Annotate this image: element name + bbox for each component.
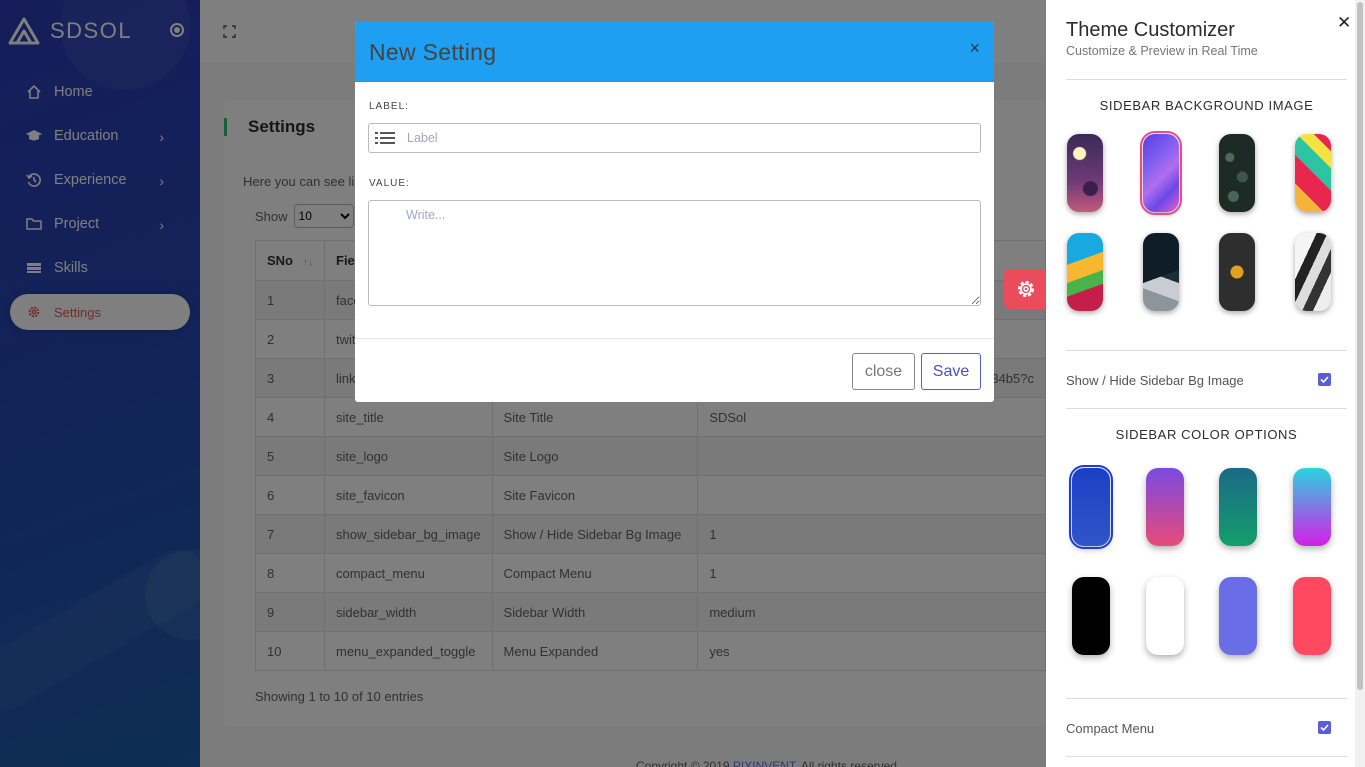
bg-image-thumbnail-colorful-leaves[interactable] <box>1067 233 1103 311</box>
list-icon <box>375 132 395 144</box>
value-field-caption: VALUE: <box>369 178 410 189</box>
save-button[interactable]: Save <box>921 353 981 390</box>
divider <box>1066 79 1347 80</box>
bg-image-thumbnail-planets[interactable] <box>1067 134 1103 212</box>
show-hide-bg-label: Show / Hide Sidebar Bg Image <box>1066 373 1244 388</box>
bg-image-thumbnail-leaves[interactable] <box>1219 134 1255 212</box>
compact-menu-checkbox[interactable] <box>1318 721 1331 734</box>
theme-customizer-panel: Theme Customizer Customize & Preview in … <box>1046 0 1355 767</box>
modal-footer-divider <box>355 338 994 339</box>
label-input[interactable] <box>407 131 967 145</box>
close-icon[interactable]: ✕ <box>1337 13 1351 33</box>
bg-image-thumbnail-building[interactable] <box>1143 233 1179 311</box>
close-button[interactable]: close <box>852 353 915 390</box>
divider <box>1066 698 1347 699</box>
color-swatch-red[interactable] <box>1293 577 1331 655</box>
bg-image-thumbnail-skyscraper[interactable] <box>1295 233 1331 311</box>
close-icon[interactable]: × <box>969 38 980 59</box>
checkmark-icon <box>1320 724 1329 732</box>
gear-icon <box>1018 281 1034 297</box>
bg-image-section-title: SIDEBAR BACKGROUND IMAGE <box>1099 98 1314 113</box>
scrollbar-thumb[interactable] <box>1357 2 1363 690</box>
color-swatch-teal-green[interactable] <box>1219 468 1257 546</box>
color-swatch-blue[interactable] <box>1069 465 1113 549</box>
compact-menu-label: Compact Menu <box>1066 721 1155 736</box>
label-field-wrapper <box>368 123 981 153</box>
color-swatch-indigo[interactable] <box>1219 577 1257 655</box>
new-setting-modal: New Setting × LABEL: VALUE: close Save <box>355 22 994 402</box>
color-section-title: SIDEBAR COLOR OPTIONS <box>1115 427 1298 442</box>
customizer-scrollbar[interactable] <box>1355 0 1365 767</box>
modal-header: New Setting × <box>355 22 994 82</box>
customizer-title: Theme Customizer <box>1066 19 1235 41</box>
bg-image-thumbnail-geometric[interactable] <box>1295 134 1331 212</box>
value-textarea[interactable] <box>368 200 981 306</box>
label-field-caption: LABEL: <box>369 101 409 112</box>
divider <box>1066 756 1347 757</box>
divider <box>1066 350 1347 351</box>
bg-image-thumbnail-dark-leaf[interactable] <box>1219 233 1255 311</box>
color-swatch-black[interactable] <box>1072 577 1110 655</box>
customizer-toggle-button[interactable] <box>1004 269 1048 309</box>
divider <box>1066 408 1347 409</box>
checkmark-icon <box>1320 376 1329 384</box>
color-swatch-white[interactable] <box>1146 577 1184 655</box>
show-hide-bg-checkbox[interactable] <box>1318 373 1331 386</box>
color-swatch-purple-pink[interactable] <box>1146 468 1184 546</box>
customizer-subtitle: Customize & Preview in Real Time <box>1066 44 1258 58</box>
value-field-wrapper <box>368 200 981 306</box>
bg-image-thumbnail-abstract-purple[interactable] <box>1140 131 1182 215</box>
modal-title: New Setting <box>369 38 497 65</box>
color-swatch-cyan-magenta[interactable] <box>1293 468 1331 546</box>
